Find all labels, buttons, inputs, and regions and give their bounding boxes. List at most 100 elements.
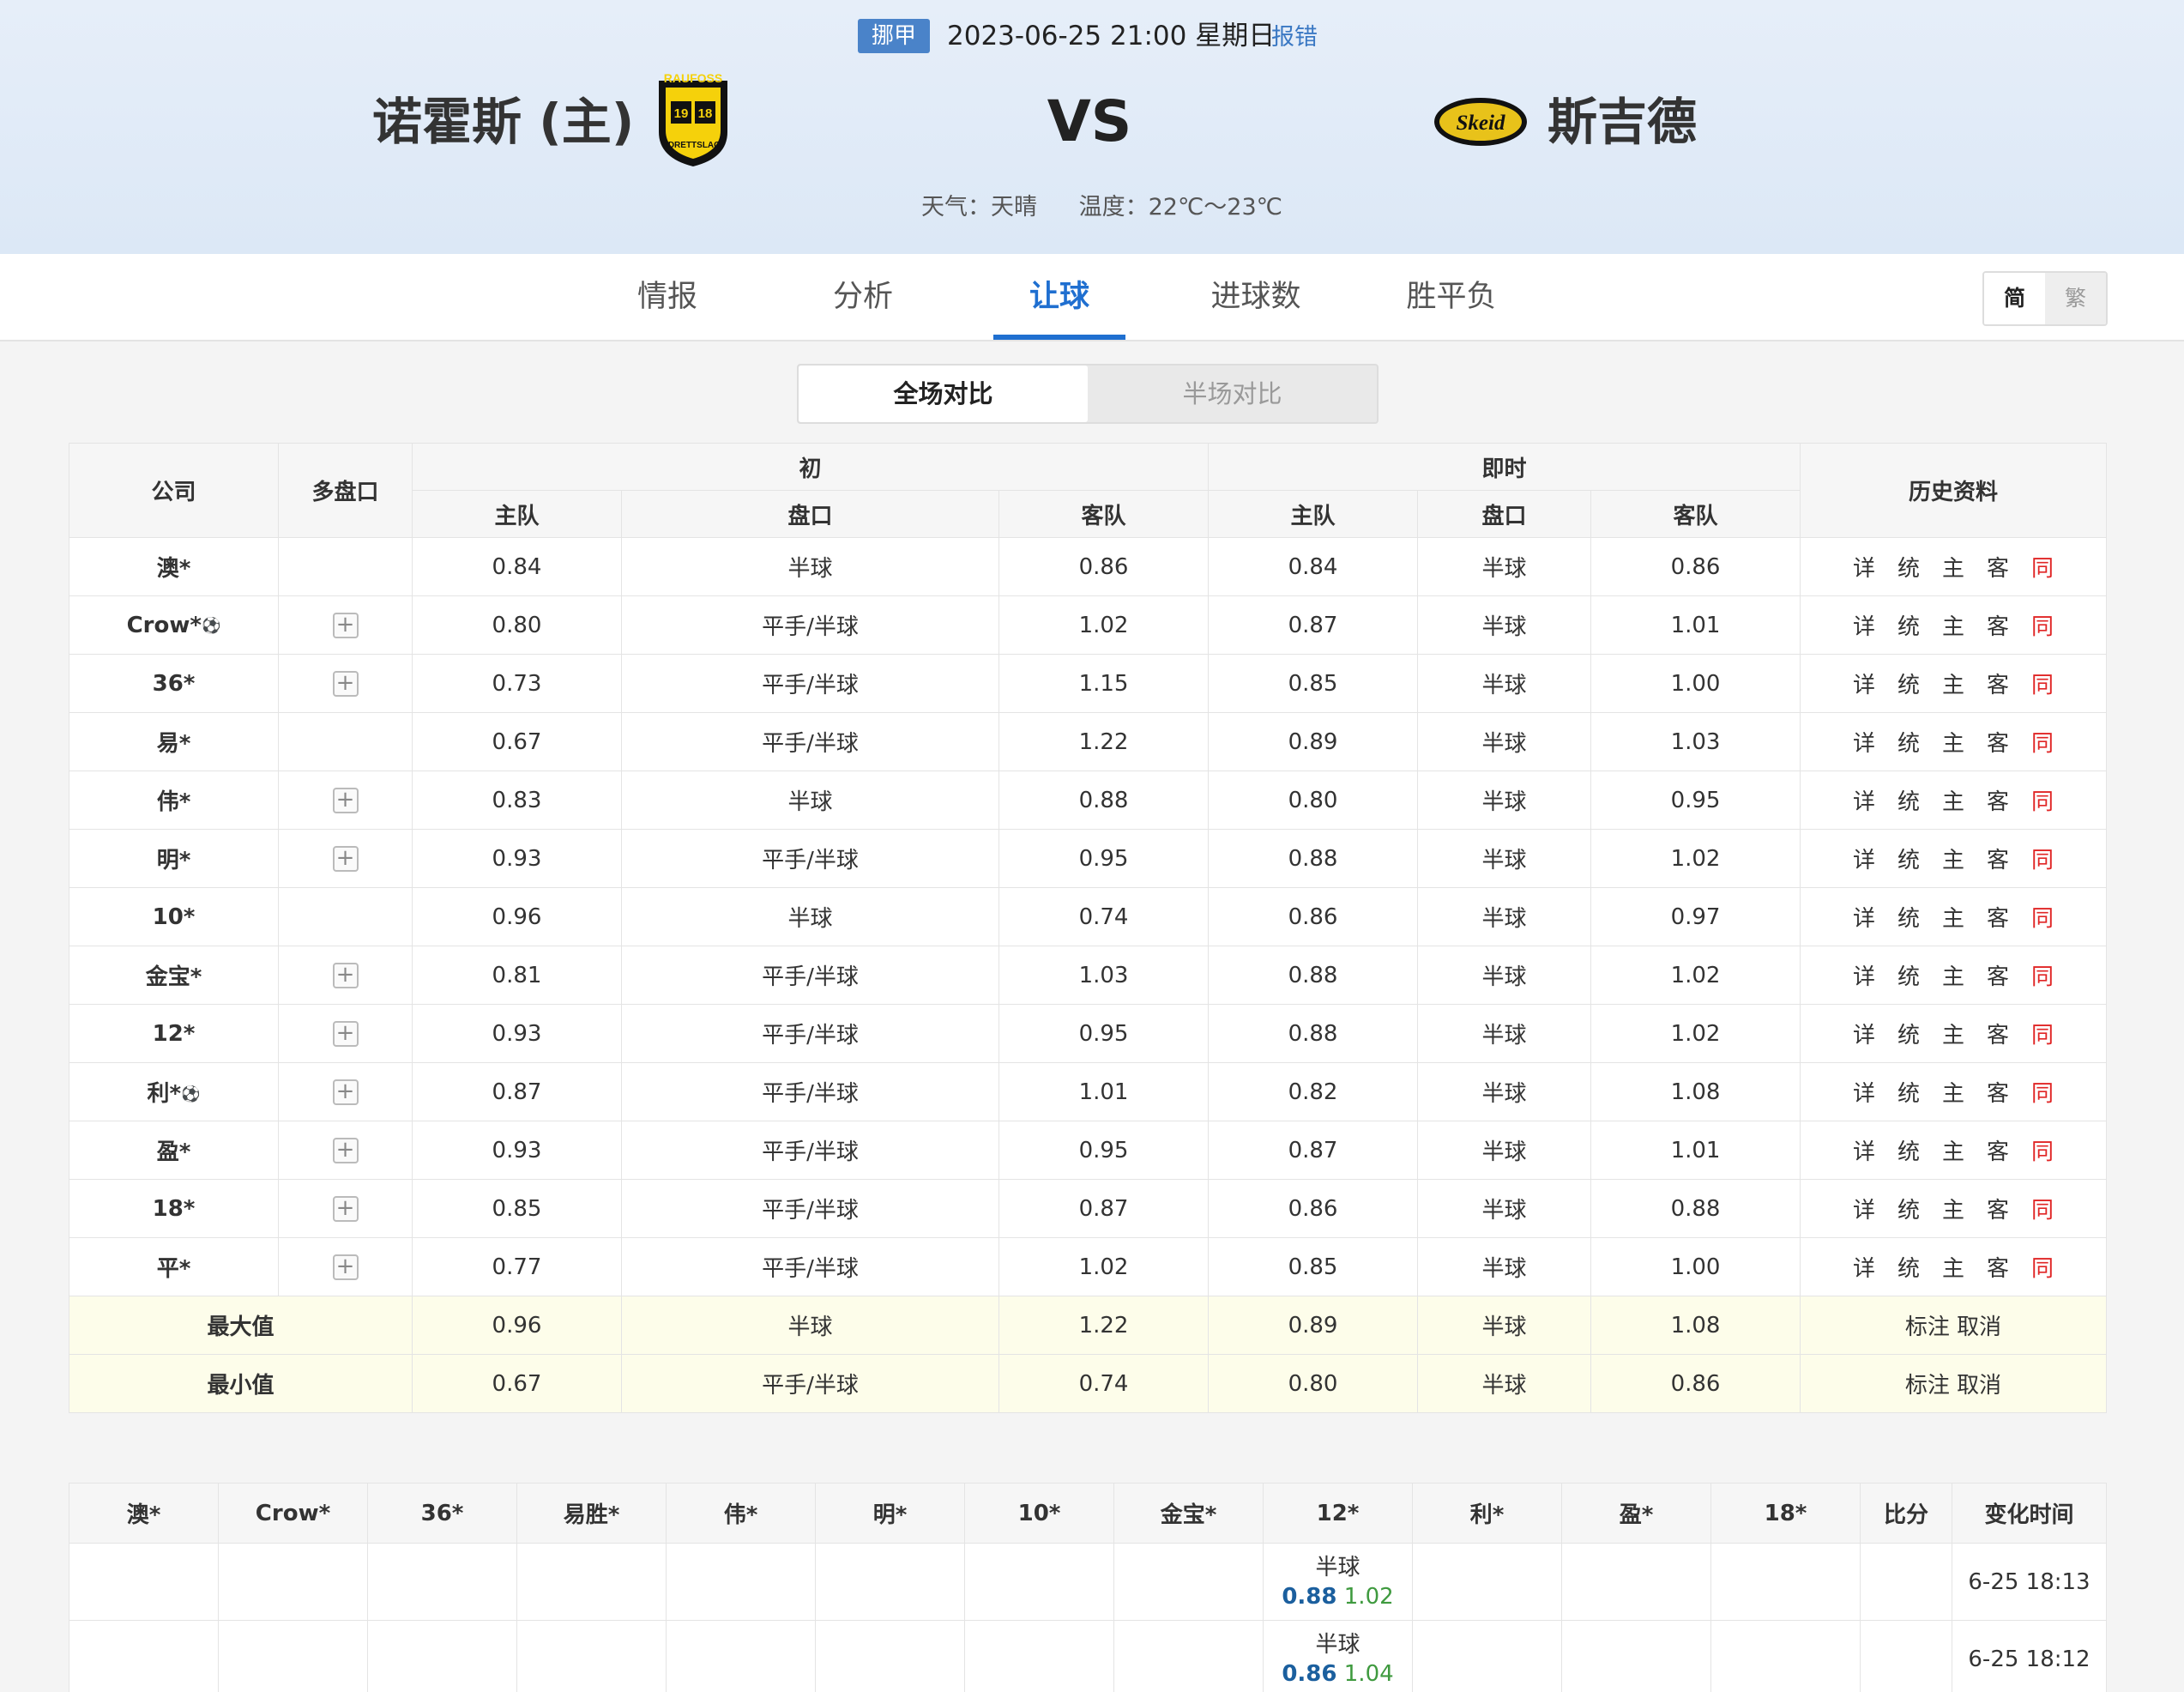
company-cell[interactable]: 12* (69, 1004, 279, 1063)
same-odds-link[interactable]: 同 (2031, 668, 2054, 699)
company-cell[interactable]: 36* (69, 654, 279, 713)
expand-plus-icon[interactable]: + (332, 1195, 359, 1222)
full-match-compare-button[interactable]: 全场对比 (799, 366, 1088, 422)
home-history-link[interactable]: 主 (1942, 1193, 1964, 1224)
away-history-link[interactable]: 客 (1987, 551, 2009, 583)
away-history-link[interactable]: 客 (1987, 959, 2009, 991)
company-name[interactable]: 明* (157, 848, 191, 873)
company-name[interactable]: 利* (147, 1081, 181, 1107)
same-odds-link[interactable]: 同 (2031, 726, 2054, 758)
cancel-link[interactable]: 取消 (1957, 1314, 2001, 1340)
expand-plus-icon[interactable]: + (332, 787, 359, 813)
company-cell[interactable]: 明* (69, 829, 279, 888)
cancel-link[interactable]: 取消 (1957, 1373, 2001, 1399)
same-odds-link[interactable]: 同 (2031, 551, 2054, 583)
expand-plus-icon[interactable]: + (332, 612, 359, 638)
away-history-link[interactable]: 客 (1987, 1018, 2009, 1049)
stats-link[interactable]: 统 (1897, 1251, 1920, 1283)
stats-link[interactable]: 统 (1897, 1134, 1920, 1166)
stats-link[interactable]: 统 (1897, 668, 1920, 699)
stats-link[interactable]: 统 (1897, 901, 1920, 933)
company-cell[interactable]: 18* (69, 1179, 279, 1238)
away-history-link[interactable]: 客 (1987, 1134, 2009, 1166)
detail-link[interactable]: 详 (1853, 609, 1875, 641)
stats-link[interactable]: 统 (1897, 551, 1920, 583)
expand-plus-icon[interactable]: + (332, 962, 359, 988)
company-cell[interactable]: 伟* (69, 770, 279, 830)
company-cell[interactable]: 10* (69, 887, 279, 946)
stats-link[interactable]: 统 (1897, 784, 1920, 816)
detail-link[interactable]: 详 (1853, 1018, 1875, 1049)
tab-analysis[interactable]: 分析 (796, 254, 930, 340)
company-cell[interactable]: 平* (69, 1237, 279, 1296)
home-history-link[interactable]: 主 (1942, 959, 1964, 991)
stats-link[interactable]: 统 (1897, 1076, 1920, 1108)
away-team-name[interactable]: 斯吉德 (1548, 89, 1697, 154)
home-history-link[interactable]: 主 (1942, 726, 1964, 758)
away-history-link[interactable]: 客 (1987, 1076, 2009, 1108)
league-badge[interactable]: 挪甲 (858, 19, 930, 53)
expand-plus-icon[interactable]: + (332, 670, 359, 697)
company-name[interactable]: 平* (157, 1256, 191, 1282)
stats-link[interactable]: 统 (1897, 609, 1920, 641)
away-history-link[interactable]: 客 (1987, 784, 2009, 816)
home-history-link[interactable]: 主 (1942, 1076, 1964, 1108)
expand-plus-icon[interactable]: + (332, 845, 359, 872)
home-history-link[interactable]: 主 (1942, 1018, 1964, 1049)
detail-link[interactable]: 详 (1853, 726, 1875, 758)
stats-link[interactable]: 统 (1897, 843, 1920, 874)
detail-link[interactable]: 详 (1853, 1193, 1875, 1224)
home-history-link[interactable]: 主 (1942, 609, 1964, 641)
stats-link[interactable]: 统 (1897, 1018, 1920, 1049)
away-history-link[interactable]: 客 (1987, 609, 2009, 641)
detail-link[interactable]: 详 (1853, 668, 1875, 699)
company-name[interactable]: 金宝* (146, 964, 202, 990)
report-error-link[interactable]: 报错 (1271, 21, 1318, 55)
away-history-link[interactable]: 客 (1987, 1251, 2009, 1283)
home-history-link[interactable]: 主 (1942, 668, 1964, 699)
home-history-link[interactable]: 主 (1942, 551, 1964, 583)
company-cell[interactable]: 利*⚽ (69, 1062, 279, 1121)
detail-link[interactable]: 详 (1853, 784, 1875, 816)
home-history-link[interactable]: 主 (1942, 1251, 1964, 1283)
detail-link[interactable]: 详 (1853, 959, 1875, 991)
away-team-logo[interactable]: Skeid (1433, 96, 1529, 148)
stats-link[interactable]: 统 (1897, 959, 1920, 991)
company-cell[interactable]: Crow*⚽ (69, 595, 279, 655)
tab-total-goals[interactable]: 进球数 (1189, 254, 1323, 340)
expand-plus-icon[interactable]: + (332, 1020, 359, 1047)
mark-link[interactable]: 标注 (1905, 1314, 1950, 1340)
home-history-link[interactable]: 主 (1942, 784, 1964, 816)
company-name[interactable]: 易* (157, 731, 191, 757)
company-name[interactable]: Crow* (127, 613, 202, 638)
company-name[interactable]: 10* (153, 904, 196, 930)
expand-plus-icon[interactable]: + (332, 1137, 359, 1163)
same-odds-link[interactable]: 同 (2031, 1076, 2054, 1108)
away-history-link[interactable]: 客 (1987, 1193, 2009, 1224)
same-odds-link[interactable]: 同 (2031, 784, 2054, 816)
tab-1x2[interactable]: 胜平负 (1385, 254, 1518, 340)
stats-link[interactable]: 统 (1897, 1193, 1920, 1224)
home-team-logo[interactable]: RAUFOSS 19 18 IDRETTSLAG (654, 71, 733, 168)
company-name[interactable]: 伟* (157, 789, 191, 815)
home-team-name[interactable]: 诺霍斯 (主) (372, 89, 634, 154)
half-match-compare-button[interactable]: 半场对比 (1088, 366, 1377, 422)
detail-link[interactable]: 详 (1853, 1251, 1875, 1283)
same-odds-link[interactable]: 同 (2031, 1251, 2054, 1283)
same-odds-link[interactable]: 同 (2031, 1134, 2054, 1166)
away-history-link[interactable]: 客 (1987, 726, 2009, 758)
away-history-link[interactable]: 客 (1987, 668, 2009, 699)
away-history-link[interactable]: 客 (1987, 843, 2009, 874)
same-odds-link[interactable]: 同 (2031, 1193, 2054, 1224)
home-history-link[interactable]: 主 (1942, 1134, 1964, 1166)
detail-link[interactable]: 详 (1853, 1076, 1875, 1108)
company-name[interactable]: 18* (153, 1196, 196, 1222)
company-cell[interactable]: 易* (69, 712, 279, 771)
detail-link[interactable]: 详 (1853, 843, 1875, 874)
same-odds-link[interactable]: 同 (2031, 1018, 2054, 1049)
home-history-link[interactable]: 主 (1942, 843, 1964, 874)
same-odds-link[interactable]: 同 (2031, 959, 2054, 991)
company-name[interactable]: 12* (153, 1021, 196, 1047)
expand-plus-icon[interactable]: + (332, 1079, 359, 1105)
mark-link[interactable]: 标注 (1905, 1373, 1950, 1399)
